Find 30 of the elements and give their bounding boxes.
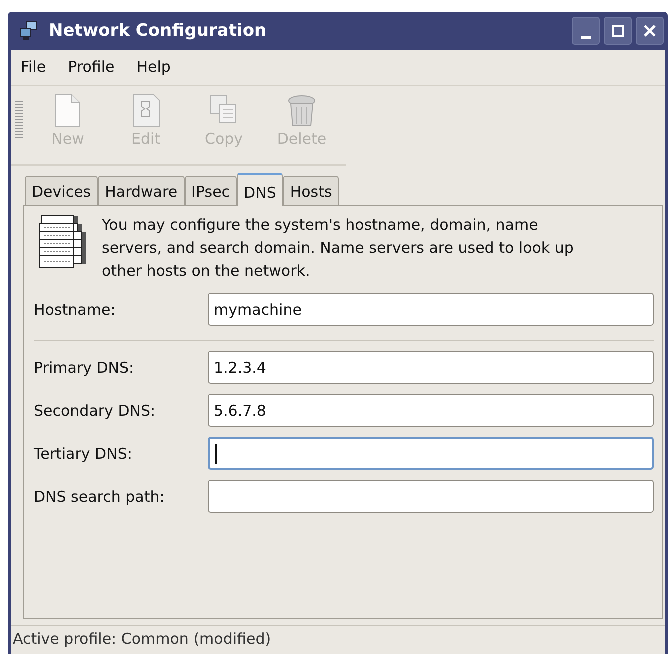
input-field[interactable]: mymachine: [208, 293, 654, 326]
maximize-button[interactable]: [604, 17, 632, 45]
field-label: DNS search path:: [34, 488, 166, 506]
input-field[interactable]: [208, 437, 654, 470]
field-label: Tertiary DNS:: [34, 444, 134, 462]
minimize-button[interactable]: [572, 17, 600, 45]
close-icon: [643, 24, 657, 38]
close-button[interactable]: [636, 17, 664, 45]
menu-item[interactable]: Profile: [68, 56, 115, 78]
tab[interactable]: IPsec: [184, 176, 238, 205]
field-label: Primary DNS:: [34, 358, 136, 376]
input-field[interactable]: [208, 480, 654, 513]
network-icon: [19, 21, 39, 41]
status-bar: Active profile: Common (modified): [11, 625, 665, 652]
minimize-icon: [581, 36, 591, 38]
tab[interactable]: Devices: [25, 176, 98, 205]
toolbar-grip-icon[interactable]: [15, 100, 23, 140]
window-title: Network Configuration: [49, 21, 268, 41]
tab[interactable]: Hardware: [98, 176, 185, 205]
input-field[interactable]: 5.6.7.8: [208, 394, 654, 427]
input-field[interactable]: 1.2.3.4: [208, 351, 654, 384]
tab[interactable]: DNS: [237, 173, 284, 206]
trash-can-icon: [286, 94, 318, 128]
maximize-icon: [611, 24, 625, 38]
menu-item[interactable]: File: [21, 56, 46, 78]
menu-item[interactable]: Help: [136, 56, 171, 78]
tab[interactable]: Hosts: [283, 176, 340, 205]
description-text: You may configure the system's hostname, domain, name servers, and search domain. Name servers are used to look up other hosts on the network.: [102, 215, 575, 282]
field-label: Hostname:: [34, 300, 117, 318]
field-label: Secondary DNS:: [34, 402, 157, 420]
